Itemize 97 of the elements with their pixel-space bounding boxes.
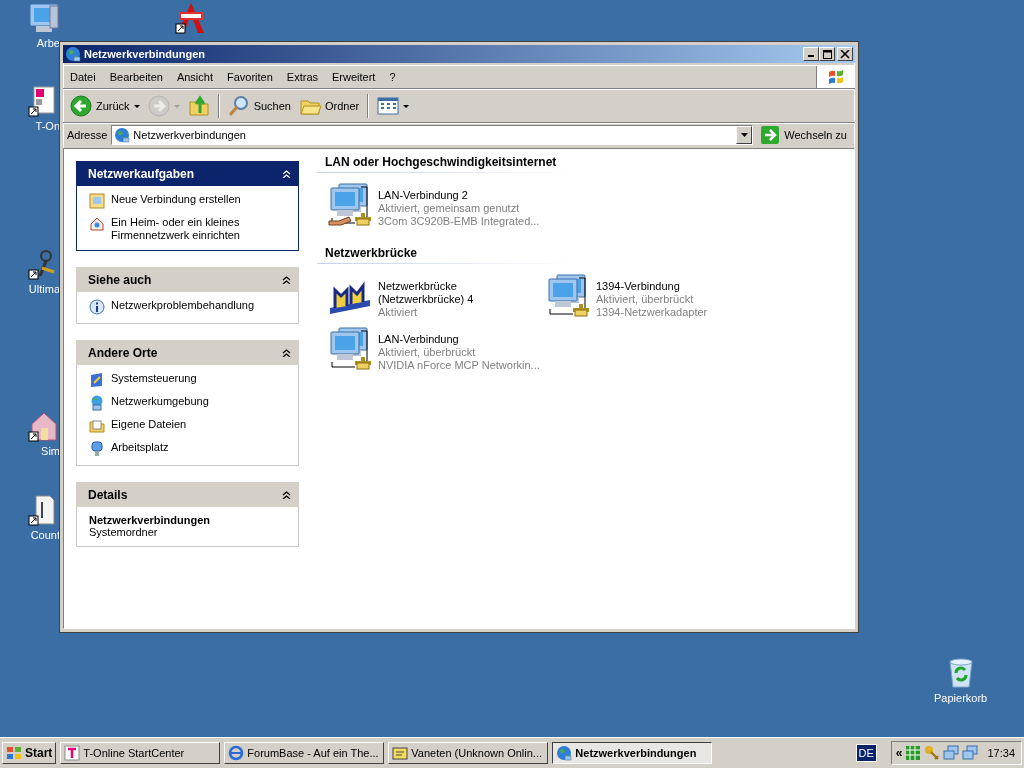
connection-name[interactable]: LAN-Verbindung — [378, 333, 543, 346]
group-header: LAN oder Hochgeschwindigkeitsinternet — [317, 151, 575, 173]
menu-item[interactable]: Favoriten — [220, 68, 280, 86]
key-icon[interactable] — [924, 745, 941, 761]
device-name: NVIDIA nForce MCP Networkin... — [378, 359, 541, 372]
grid-icon[interactable] — [905, 745, 922, 761]
folder-icon — [89, 418, 105, 434]
back-button[interactable]: Zurück — [67, 93, 143, 119]
task-link[interactable]: Netzwerkumgebung — [111, 395, 261, 408]
task-link[interactable]: Netzwerkproblembehandlung — [111, 299, 261, 312]
tray-expand-button[interactable]: « — [895, 746, 903, 760]
task-link[interactable]: Arbeitsplatz — [111, 441, 261, 454]
task-link[interactable]: Eigene Dateien — [111, 418, 261, 431]
windows-flag-icon — [827, 69, 845, 85]
house-icon — [89, 216, 105, 232]
detail-subtitle: Systemordner — [89, 526, 159, 538]
connection-name[interactable]: LAN-Verbindung 2 — [378, 189, 543, 202]
menu-item[interactable]: Bearbeiten — [102, 68, 170, 86]
icon-label[interactable]: Count — [30, 529, 60, 541]
chevron-icon[interactable] — [282, 275, 291, 284]
icon-label[interactable]: Papierkorb — [934, 692, 988, 704]
task-link[interactable]: Systemsteuerung — [111, 372, 261, 385]
network-icon[interactable] — [943, 745, 960, 761]
menu-item[interactable]: Ansicht — [169, 68, 220, 86]
go-button[interactable]: Wechseln zu — [757, 126, 851, 144]
section-header[interactable]: Siehe auch — [76, 267, 299, 292]
house-icon[interactable] — [28, 410, 60, 442]
control-panel-icon — [89, 372, 105, 388]
start-button[interactable]: Start — [2, 742, 57, 764]
icon-label[interactable]: Arbe — [36, 37, 60, 49]
group-header: Netzwerkbrücke — [317, 242, 575, 264]
window-title: Netzwerkverbindungen — [84, 48, 207, 60]
network-icon[interactable] — [962, 745, 979, 761]
globe-icon — [556, 745, 573, 761]
task-link[interactable]: Ein Heim- oder ein kleines Firmennetzwerk einrichten — [111, 216, 261, 242]
maximize-button[interactable] — [819, 47, 835, 61]
browser-icon — [228, 745, 245, 761]
caret-icon — [173, 104, 180, 108]
section-header[interactable]: Andere Orte — [76, 340, 299, 365]
minimize-icon — [808, 55, 814, 57]
section-header[interactable]: Netzwerkaufgaben — [76, 161, 299, 186]
minimize-button[interactable] — [803, 47, 819, 61]
detail-title: Netzwerkverbindungen — [89, 514, 212, 526]
computer-icon[interactable] — [28, 2, 60, 34]
views-icon — [377, 95, 400, 117]
network-connection-icon — [545, 274, 591, 318]
network-places-icon — [89, 395, 105, 411]
search-button[interactable]: Suchen — [224, 93, 294, 119]
caret-icon — [133, 104, 140, 108]
globe-icon — [114, 127, 131, 143]
folder-up-icon — [187, 95, 210, 117]
close-icon — [839, 49, 851, 59]
connection-name[interactable]: Netzwerkbrücke (Netzwerkbrücke) 4 — [378, 280, 543, 306]
taskbar-button[interactable]: Netzwerkverbindungen — [552, 742, 713, 764]
icon-label[interactable]: Ultima — [28, 283, 60, 295]
info-icon — [89, 299, 105, 315]
caret-icon — [740, 133, 748, 137]
connection-wizard-icon — [89, 193, 105, 209]
chat-window-icon — [392, 745, 409, 761]
icon-label[interactable]: Sim — [41, 445, 60, 457]
t-online-icon — [64, 745, 81, 761]
taskbar-button[interactable]: T-Online StartCenter — [60, 742, 221, 764]
connection-name[interactable]: 1394-Verbindung — [596, 280, 761, 293]
network-connection-icon — [327, 327, 373, 371]
windows-flag-icon — [6, 745, 22, 761]
menu-item[interactable]: Erweitert — [325, 68, 383, 86]
menu-item[interactable]: ? — [382, 68, 403, 86]
program-shortcut-icon[interactable] — [175, 2, 207, 34]
connection-status: Aktiviert — [378, 306, 419, 319]
language-indicator[interactable]: DE — [855, 744, 877, 762]
device-name: 1394-Netzwerkadapter — [596, 306, 709, 319]
menu-item[interactable]: Extras — [279, 68, 326, 86]
search-icon — [227, 95, 250, 117]
clock: 17:34 — [987, 747, 1015, 759]
device-name: 3Com 3C920B-EMB Integrated... — [378, 215, 541, 228]
shared-network-icon — [327, 183, 373, 227]
globe-icon — [65, 46, 81, 62]
icon-label[interactable]: T-On — [35, 120, 60, 132]
go-arrow-icon — [761, 126, 780, 144]
chevron-icon[interactable] — [282, 348, 291, 357]
caret-icon — [403, 104, 410, 108]
maximize-icon — [821, 49, 833, 59]
section-header[interactable]: Details — [76, 482, 299, 507]
taskbar-button[interactable]: Vaneten (Unknown Onlin... — [388, 742, 549, 764]
connection-status: Aktiviert, überbrückt — [378, 346, 477, 359]
close-button[interactable] — [837, 47, 853, 61]
address-label: Adresse — [67, 129, 108, 141]
address-field[interactable]: Netzwerkverbindungen — [111, 125, 754, 145]
folders-button[interactable]: Ordner — [295, 93, 363, 119]
dropdown-button[interactable] — [736, 126, 753, 144]
connection-status: Aktiviert, gemeinsam genutzt — [378, 202, 521, 215]
taskbar-button[interactable]: ForumBase - Auf ein The... — [224, 742, 385, 764]
computer-icon — [89, 441, 105, 457]
chevron-icon[interactable] — [282, 490, 291, 499]
menu-item[interactable]: Datei — [63, 68, 103, 86]
connection-status: Aktiviert, überbrückt — [596, 293, 695, 306]
task-link[interactable]: Neue Verbindung erstellen — [111, 193, 261, 206]
